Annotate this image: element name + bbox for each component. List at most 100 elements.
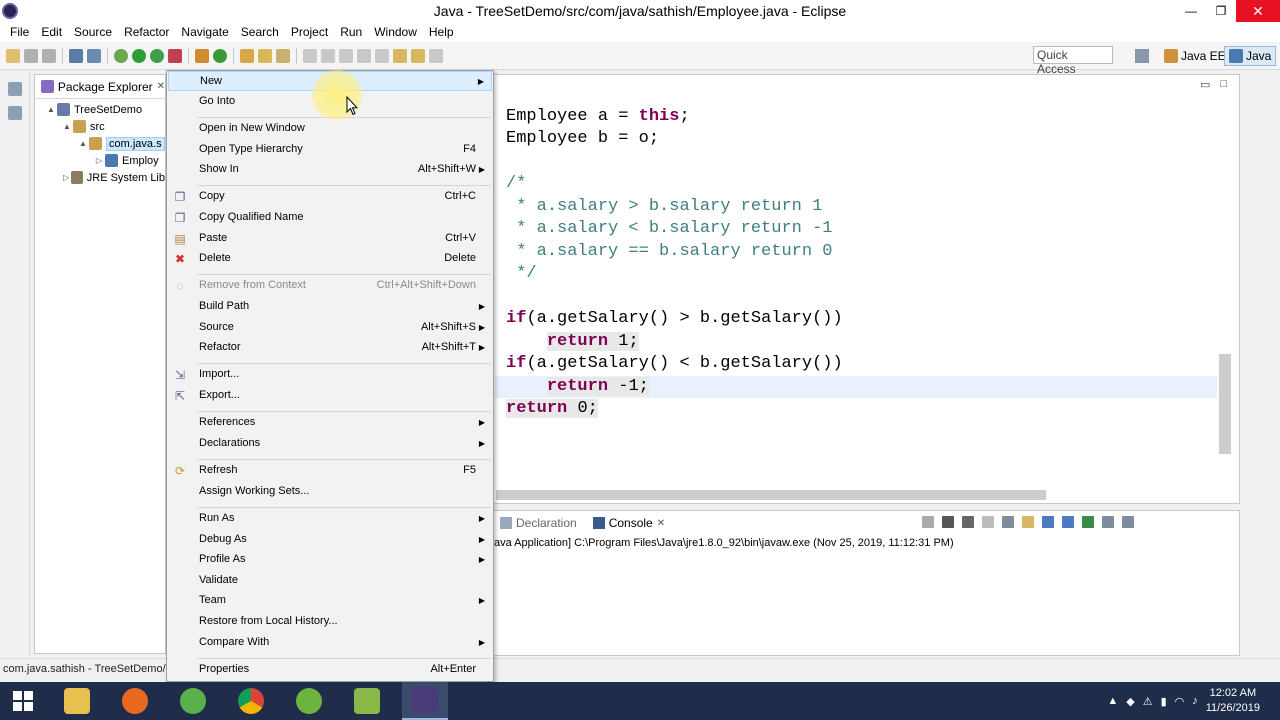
eclipse-java-ee-icon[interactable] (402, 682, 448, 720)
menu-edit[interactable]: Edit (35, 23, 68, 41)
editor-vertical-scroll-thumb[interactable] (1219, 354, 1231, 454)
tab-console[interactable]: Console ✕ (588, 514, 670, 532)
show-hidden-icons-icon[interactable]: ▲ (1107, 695, 1118, 707)
minimized-view-icon[interactable] (8, 106, 22, 120)
volume-icon[interactable]: ♪ (1192, 695, 1198, 707)
file-explorer-icon[interactable] (54, 682, 100, 720)
close-button[interactable]: ✕ (1236, 0, 1280, 22)
menu-item-properties[interactable]: Properties Alt+Enter (168, 660, 492, 680)
open-type-icon[interactable] (240, 48, 254, 63)
menu-item-team[interactable]: Team ▶ (168, 591, 492, 611)
restore-button[interactable]: ❐ (1206, 0, 1236, 22)
menu-item-references[interactable]: References ▶ (168, 413, 492, 433)
menu-item-profile-as[interactable]: Profile As ▶ (168, 550, 492, 570)
quick-access-input[interactable]: Quick Access (1033, 46, 1113, 76)
chrome-icon[interactable] (228, 682, 274, 720)
save-all-icon[interactable] (42, 48, 56, 63)
tree-item[interactable]: ▲ com.java.s (35, 135, 165, 152)
expanded-arrow-icon[interactable]: ▲ (61, 122, 73, 131)
menu-item-validate[interactable]: Validate (168, 571, 492, 591)
menu-window[interactable]: Window (368, 23, 423, 41)
menu-item-source[interactable]: Source Alt+Shift+S ▶ (168, 318, 492, 338)
external-tools-icon[interactable] (168, 48, 182, 63)
new-class-icon[interactable] (213, 48, 227, 63)
clear-console-icon[interactable] (982, 516, 994, 528)
remove-launch-icon[interactable] (942, 516, 954, 528)
pin-console-icon[interactable] (1082, 516, 1094, 528)
chart-app-icon[interactable] (344, 682, 390, 720)
open-resource-icon[interactable] (258, 48, 272, 63)
battery-icon[interactable]: ▮ (1161, 695, 1167, 708)
run-icon[interactable] (132, 48, 146, 63)
menu-item-restore-from-local-history[interactable]: Restore from Local History... (168, 612, 492, 632)
close-tab-icon[interactable]: ✕ (657, 518, 665, 529)
tree-item[interactable]: ▷ JRE System Lib (35, 169, 165, 186)
last-edit-location-icon[interactable] (393, 48, 407, 63)
menu-item-import[interactable]: ⇲ Import... (168, 365, 492, 385)
back-icon[interactable] (411, 48, 425, 63)
word-wrap-icon[interactable] (1022, 516, 1034, 528)
menu-refactor[interactable]: Refactor (118, 23, 175, 41)
tab-declaration[interactable]: Declaration (496, 514, 581, 532)
eclipse-app-icon[interactable] (2, 3, 18, 19)
terminate-icon[interactable] (922, 516, 934, 528)
menu-help[interactable]: Help (423, 23, 460, 41)
wifi-icon[interactable]: ◠ (1175, 695, 1185, 708)
maximize-editor-icon[interactable]: □ (1220, 78, 1227, 91)
show-console-error-icon[interactable] (1062, 516, 1074, 528)
dropbox-icon[interactable]: ◆ (1126, 695, 1134, 708)
android-studio-icon[interactable] (170, 682, 216, 720)
firefox-icon[interactable] (112, 682, 158, 720)
skip-breakpoints-icon[interactable] (87, 48, 101, 63)
spring-tool-icon[interactable] (286, 682, 332, 720)
package-explorer-tab[interactable]: Package Explorer ✕ (35, 75, 165, 99)
search-icon[interactable] (276, 48, 290, 63)
expanded-arrow-icon[interactable]: ▲ (45, 105, 57, 114)
open-perspective-button[interactable] (1131, 46, 1153, 66)
show-console-output-icon[interactable] (1042, 516, 1054, 528)
display-selected-console-icon[interactable] (1102, 516, 1114, 528)
remove-all-terminated-icon[interactable] (962, 516, 974, 528)
menu-item-debug-as[interactable]: Debug As ▶ (168, 530, 492, 550)
menu-item-copy-qualified-name[interactable]: ❐ Copy Qualified Name (168, 208, 492, 228)
minimize-button[interactable]: — (1176, 0, 1206, 22)
perspective-java-ee[interactable]: Java EE (1160, 46, 1230, 66)
menu-source[interactable]: Source (68, 23, 118, 41)
network-warning-icon[interactable]: ⚠ (1143, 695, 1153, 708)
minimize-editor-icon[interactable]: ▭ (1200, 78, 1210, 91)
forward-icon[interactable] (429, 48, 443, 63)
menu-navigate[interactable]: Navigate (175, 23, 234, 41)
menu-item-refactor[interactable]: Refactor Alt+Shift+T ▶ (168, 338, 492, 358)
menu-run[interactable]: Run (334, 23, 368, 41)
editor-horizontal-scroll-thumb[interactable] (496, 490, 1046, 500)
menu-item-copy[interactable]: ❐ Copy Ctrl+C (168, 187, 492, 207)
menu-item-paste[interactable]: ▤ Paste Ctrl+V (168, 229, 492, 249)
show-whitespace-icon[interactable] (339, 48, 353, 63)
menu-item-show-in[interactable]: Show In Alt+Shift+W ▶ (168, 160, 492, 180)
open-console-icon[interactable] (1122, 516, 1134, 528)
tree-item[interactable]: ▷ Employ (35, 152, 165, 169)
collapsed-arrow-icon[interactable]: ▷ (61, 173, 71, 182)
new-java-project-icon[interactable] (195, 48, 209, 63)
next-annotation-icon[interactable] (357, 48, 371, 63)
close-tab-icon[interactable]: ✕ (157, 81, 165, 92)
tree-item[interactable]: ▲ TreeSetDemo (35, 101, 165, 118)
menu-item-build-path[interactable]: Build Path ▶ (168, 297, 492, 317)
new-file-icon[interactable] (6, 48, 20, 63)
menu-item-run-as[interactable]: Run As ▶ (168, 509, 492, 529)
menu-search[interactable]: Search (235, 23, 285, 41)
expanded-arrow-icon[interactable]: ▲ (77, 139, 89, 148)
menu-item-delete[interactable]: ✖ Delete Delete (168, 249, 492, 269)
menu-project[interactable]: Project (285, 23, 334, 41)
save-icon[interactable] (24, 48, 38, 63)
run-coverage-icon[interactable] (150, 48, 164, 63)
debug-icon[interactable] (114, 48, 128, 63)
menu-item-assign-working-sets[interactable]: Assign Working Sets... (168, 482, 492, 502)
menu-file[interactable]: File (4, 23, 35, 41)
collapsed-arrow-icon[interactable]: ▷ (93, 156, 105, 165)
start-button[interactable] (0, 682, 46, 720)
scroll-lock-icon[interactable] (1002, 516, 1014, 528)
previous-annotation-icon[interactable] (375, 48, 389, 63)
perspective-java[interactable]: Java (1224, 46, 1277, 66)
print-icon[interactable] (69, 48, 83, 63)
